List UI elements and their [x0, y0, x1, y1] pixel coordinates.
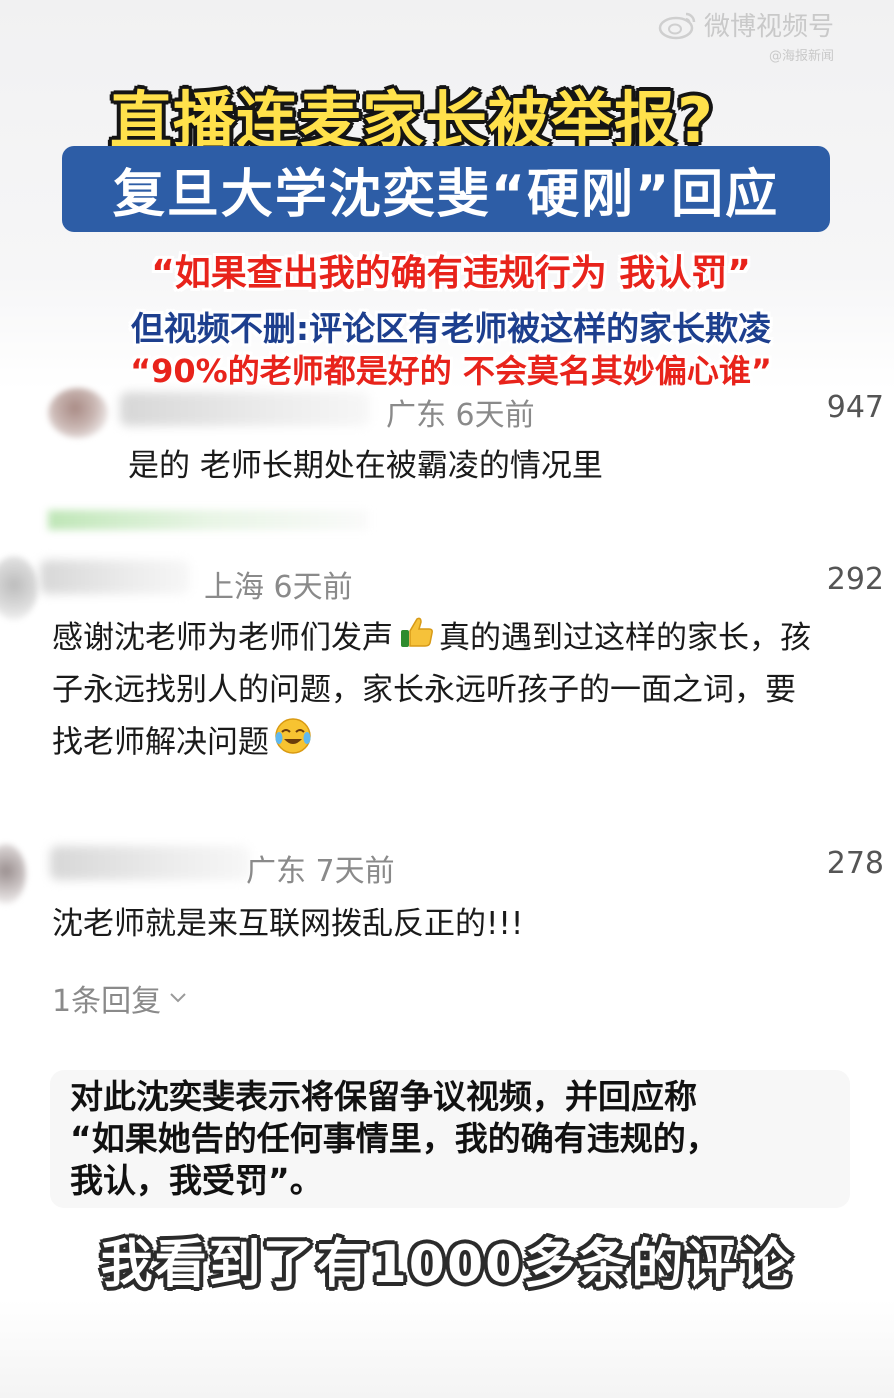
highlight-quote: “如果查出我的确有违规行为 我认罚”: [151, 253, 751, 294]
watermark-sub-text: @海报新闻: [768, 49, 834, 64]
username-blurred: [40, 560, 190, 594]
comment-meta: 广东 6天前: [386, 398, 535, 433]
avatar: [0, 556, 38, 620]
like-count[interactable]: 947: [827, 390, 884, 425]
caption-line: 我认，我受罚”。: [70, 1161, 323, 1200]
reply-count-label: 1条回复: [52, 984, 162, 1019]
caption-line: 对此沈奕斐表示将保留争议视频，并回应称: [70, 1077, 697, 1116]
comment-text-line: 子永远找别人的问题，家长永远听孩子的一面之词，要: [52, 672, 796, 708]
reply-toggle[interactable]: 1条回复: [52, 976, 187, 1020]
subhead-text: 复旦大学沈奕斐“硬刚”回应: [112, 164, 780, 225]
avatar: [48, 388, 108, 438]
comment-text-part: 感谢沈老师为老师们发声: [52, 620, 393, 656]
video-frame: 微博视频号 @海报新闻 直播连麦家长被举报? 复旦大学沈奕斐“硬刚”回应 “如果…: [0, 0, 894, 1398]
comment-text-part: 真的遇到过这样的家长，孩: [439, 620, 811, 656]
comment-text: 沈老师就是来互联网拨乱反正的!!!: [52, 906, 524, 942]
weibo-icon: [658, 12, 696, 39]
comment-text-part: 找老师解决问题: [52, 724, 269, 761]
like-count[interactable]: 292: [827, 562, 884, 597]
crying-laugh-emoji: [273, 716, 313, 772]
comment-meta: 广东 7天前: [246, 854, 395, 889]
avatar: [0, 844, 26, 904]
caption-text: 对此沈奕斐表示将保留争议视频，并回应称 “如果她告的任何事情里，我的确有违规的，…: [70, 1076, 830, 1202]
comment-text: 感谢沈老师为老师们发声 真的遇到过这样的家长，孩: [52, 612, 811, 667]
video-subtitle: 我看到了有1000多条的评论: [100, 1235, 794, 1295]
username-blurred: [120, 392, 370, 426]
subhead-box: 复旦大学沈奕斐“硬刚”回应: [62, 146, 830, 232]
comment-meta: 上海 6天前: [204, 570, 353, 605]
comment-text: 是的 老师长期处在被霸凌的情况里: [128, 448, 603, 484]
thumbs-up-emoji: [397, 613, 435, 667]
blurred-strip: [48, 510, 368, 530]
highlight-line2: 但视频不删:评论区有老师被这样的家长欺凌: [130, 309, 772, 348]
like-count[interactable]: 278: [827, 846, 884, 881]
caption-line: “如果她告的任何事情里，我的确有违规的，: [70, 1119, 719, 1158]
highlight-line3: “90%的老师都是好的 不会莫名其妙偏心谁”: [130, 352, 772, 390]
chevron-down-icon: [170, 993, 186, 1003]
watermark-brand-text: 微博视频号: [703, 12, 834, 42]
watermark-brand: 微博视频号: [658, 6, 834, 43]
watermark: 微博视频号 @海报新闻: [658, 6, 834, 64]
username-blurred: [50, 846, 250, 880]
comment-text-line: 找老师解决问题: [52, 716, 317, 772]
bottom-fade: [0, 1300, 894, 1398]
